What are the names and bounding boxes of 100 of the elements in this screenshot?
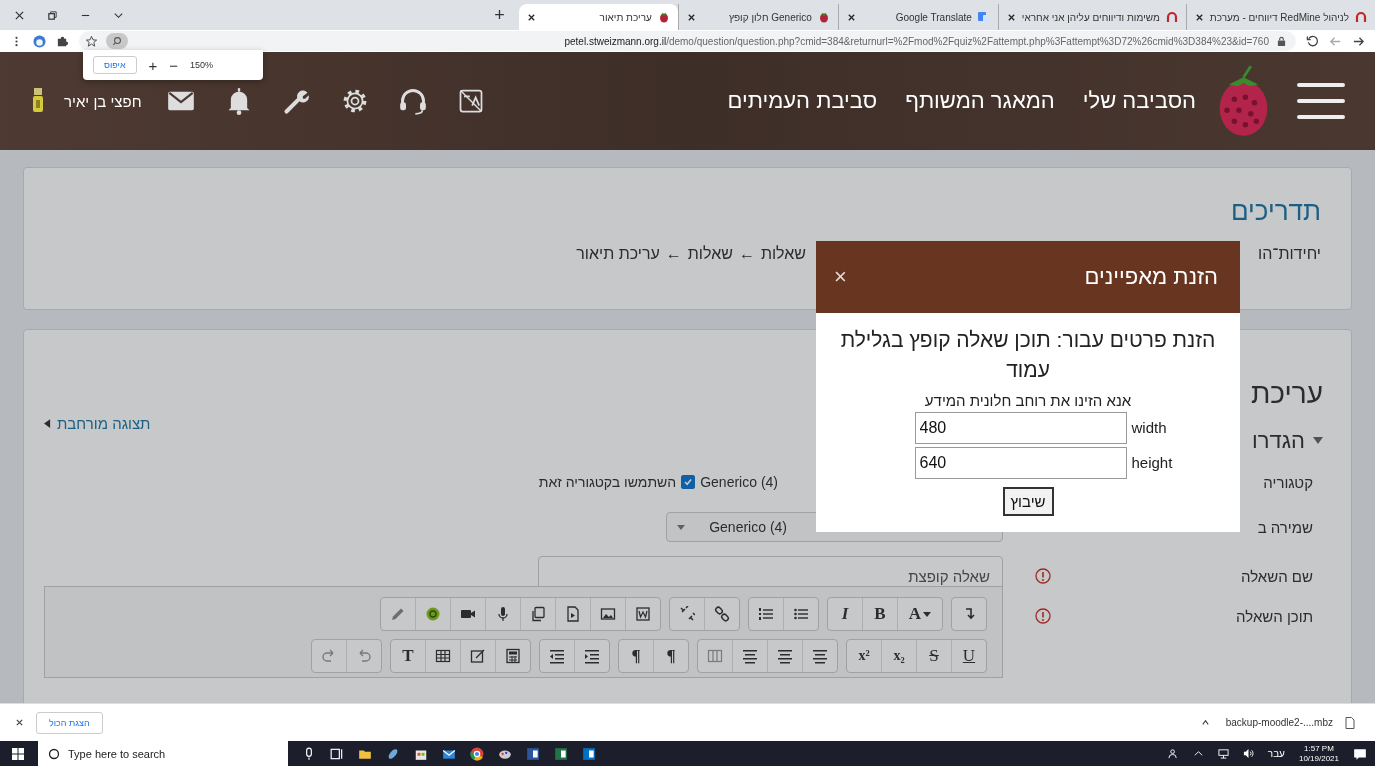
reload-icon[interactable] (1306, 34, 1319, 48)
document-app-icon[interactable] (526, 746, 540, 761)
zoom-icon (111, 35, 123, 47)
address-bar[interactable]: petel.stweizmann.org.il/demo/question/question.php?cmid=384&returnurl=%2Fmod%2Fquiz%2Fattempt.php%3Fattempt%3D72%26cmid%3D384%23&id=760 (79, 31, 1296, 51)
raspberry-icon (817, 11, 830, 23)
bold-button[interactable]: B (862, 598, 897, 630)
calendar-app-icon[interactable] (582, 746, 596, 761)
image-icon (600, 606, 616, 622)
generico-icon (425, 606, 441, 622)
close-icon[interactable] (14, 10, 25, 21)
headset-icon[interactable] (398, 87, 427, 115)
language-indicator[interactable]: עבר (1267, 748, 1285, 759)
clear-button[interactable]: T (391, 640, 425, 672)
puzzle-icon[interactable] (56, 34, 69, 48)
breadcrumb-link[interactable]: שאלות (687, 245, 733, 263)
superscript-button[interactable]: x² (847, 640, 881, 672)
field-label: שם השאלה (1239, 567, 1313, 585)
close-icon[interactable] (526, 12, 536, 22)
word-icon (635, 606, 651, 622)
close-icon[interactable] (846, 12, 856, 22)
tab-title: חלון קופץ Generico (728, 11, 812, 23)
modal-title: הזנת מאפיינים (1084, 264, 1218, 290)
strike-button[interactable]: S (916, 640, 951, 672)
zoom-level: 150% (190, 60, 214, 70)
expand-all-link[interactable]: תצוגה מורחבת (57, 415, 151, 432)
category-value: Generico (4) (700, 474, 778, 490)
field-label: height (1131, 454, 1174, 472)
checkbox-label[interactable]: השתמשו בקטגוריה זאת (538, 474, 677, 490)
italic-button[interactable]: I (828, 598, 862, 630)
show-all-button[interactable]: הצגת הכול (36, 711, 103, 734)
file-icon[interactable] (1345, 716, 1355, 729)
align-icon (812, 648, 828, 664)
field-label: קטגוריה (1262, 473, 1313, 491)
form-title: עריכת (1251, 377, 1323, 410)
align-icon (742, 648, 758, 664)
caret-down-icon[interactable] (1313, 437, 1323, 445)
user-name[interactable]: חפצי בן יאיר (64, 92, 142, 110)
close-icon[interactable] (1006, 12, 1016, 22)
close-button[interactable]: × (834, 264, 847, 290)
star-icon[interactable] (85, 34, 98, 48)
avatar-icon[interactable] (33, 34, 46, 48)
tab-title: משימות ודיווחים עליהן אני אחראי (1021, 11, 1160, 23)
paragraph-button[interactable]: ¶ (619, 640, 653, 672)
triangle-left-icon (44, 419, 51, 428)
field-label: שמירה ב (1256, 518, 1313, 536)
chevron-down-icon[interactable] (113, 10, 124, 21)
calc-icon (505, 648, 521, 664)
breadcrumb-link[interactable]: יחידות־הו (1257, 245, 1321, 263)
breadcrumb-current[interactable]: עריכת תיאור (576, 245, 660, 263)
start-icon[interactable] (12, 747, 24, 760)
network-icon[interactable] (1217, 748, 1229, 759)
checkmark-icon (683, 477, 694, 487)
breadcrumb-separator: ← (738, 245, 755, 263)
people-icon[interactable] (1167, 748, 1179, 759)
indent-icon (584, 648, 600, 664)
checkbox[interactable] (681, 475, 696, 489)
chevron-up-icon[interactable] (1192, 748, 1204, 759)
fontcolor-button[interactable]: A (897, 598, 942, 630)
zoom-in-button[interactable]: + (148, 56, 158, 74)
modal-prompt: אנא הזינו את רוחב חלונית המידע (924, 391, 1132, 409)
nav-link[interactable]: הסביבה שלי (1082, 88, 1196, 114)
underline-button[interactable]: U (951, 640, 986, 672)
insert-button[interactable]: שיבוץ (1002, 486, 1054, 516)
page-title: תדריכים (1230, 196, 1321, 227)
browser-icon[interactable] (470, 746, 484, 761)
subscript-button[interactable]: x₂ (881, 640, 916, 672)
section-title[interactable]: הגדרו (1252, 428, 1305, 454)
menu-icon[interactable] (1297, 81, 1345, 121)
arch-icon (1355, 11, 1367, 23)
arch-icon (1165, 11, 1178, 23)
browser-tab[interactable]: עריכת תיאור (518, 4, 678, 30)
number-field[interactable]: 480 (914, 411, 1127, 444)
close-icon[interactable] (15, 718, 24, 727)
notification-icon[interactable] (1353, 746, 1367, 761)
number-field[interactable]: 640 (914, 446, 1127, 479)
breadcrumb-link[interactable]: שאלות (760, 245, 806, 263)
clock-date[interactable]: 10/19/2021 (1298, 753, 1339, 763)
zoom-button[interactable] (106, 33, 128, 49)
task-view-icon[interactable] (330, 746, 344, 761)
field-label: width (1131, 419, 1168, 437)
feather-icon[interactable] (386, 746, 400, 761)
new-tab-button[interactable]: + (480, 5, 519, 30)
close-icon[interactable] (1194, 12, 1204, 22)
restore-icon[interactable] (47, 10, 58, 21)
breadcrumb-separator: ← (665, 245, 682, 263)
clock-time[interactable]: 1:57 PM (1304, 744, 1334, 754)
spreadsheet-app-icon[interactable] (554, 746, 568, 761)
zoom-out-button[interactable]: − (169, 56, 179, 74)
paragraph-button[interactable]: ¶ (653, 640, 688, 672)
nav-link[interactable]: המאגר המשותף (905, 88, 1055, 114)
chevron-up-icon[interactable] (1200, 718, 1210, 727)
close-icon[interactable] (686, 12, 696, 22)
nav-link[interactable]: סביבת העמיתים (727, 88, 878, 114)
modal-heading: הזנת פרטים עבור: תוכן שאלה קופץ בגלילת עמוד (839, 327, 1217, 384)
search-field[interactable]: Type here to search (38, 741, 288, 766)
download-file-name[interactable]: backup-moodle2-....mbz (1225, 717, 1333, 728)
badge-icon (32, 87, 44, 115)
reset-button[interactable]: איפוס (93, 56, 137, 74)
speaker-icon[interactable] (1242, 748, 1254, 759)
tab-title: Google Translate (894, 11, 972, 23)
